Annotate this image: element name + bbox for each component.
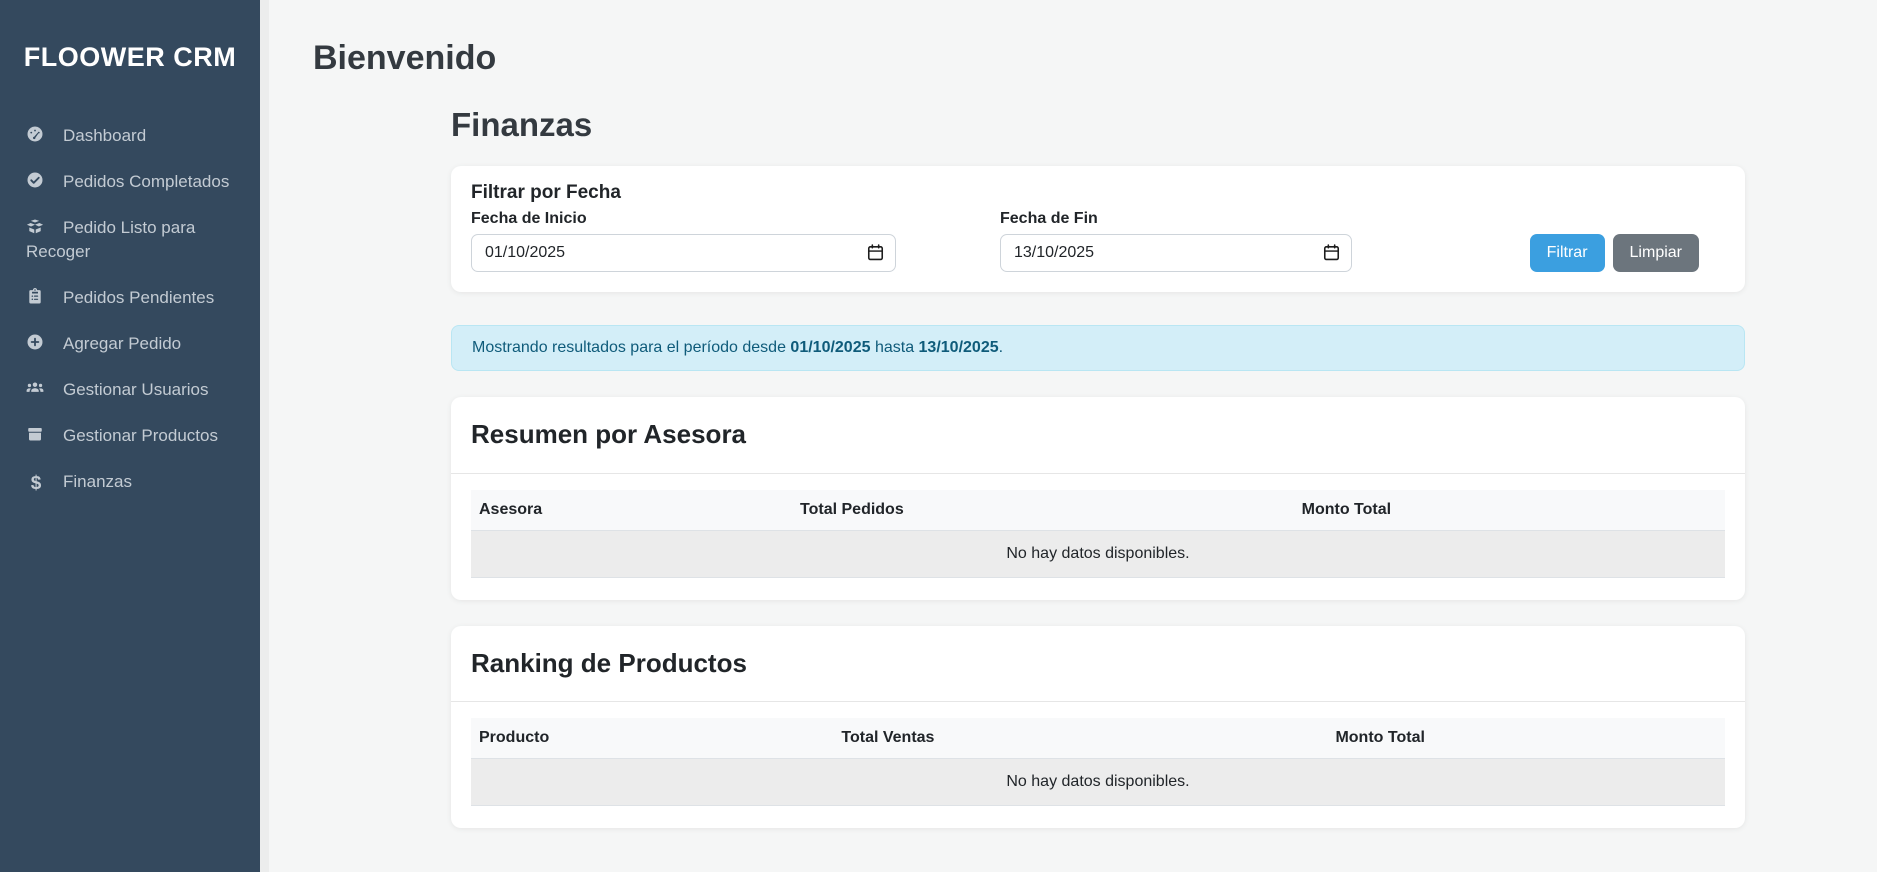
filter-title: Filtrar por Fecha bbox=[471, 182, 1725, 204]
alert-text: Mostrando resultados para el período des… bbox=[472, 339, 790, 356]
sidebar-item-agregar-pedido[interactable]: Agregar Pedido bbox=[0, 321, 260, 367]
box-icon bbox=[26, 425, 46, 443]
sidebar-item-gestionar-usuarios[interactable]: Gestionar Usuarios bbox=[0, 367, 260, 413]
sidebar-item-label: Finanzas bbox=[63, 472, 132, 491]
sidebar-nav: Dashboard Pedidos Completados Pedido Lis… bbox=[0, 113, 260, 505]
sidebar-item-pedidos-pendientes[interactable]: Pedidos Pendientes bbox=[0, 275, 260, 321]
advisor-summary-table: Asesora Total Pedidos Monto Total No hay… bbox=[471, 490, 1725, 578]
sidebar-item-pedidos-completados[interactable]: Pedidos Completados bbox=[0, 159, 260, 205]
column-header-asesora: Asesora bbox=[471, 490, 792, 531]
clear-button[interactable]: Limpiar bbox=[1613, 234, 1699, 272]
sidebar: FLOOWER CRM Dashboard Pedidos Completado… bbox=[0, 0, 260, 872]
sidebar-item-finanzas[interactable]: $ Finanzas bbox=[0, 459, 260, 505]
sidebar-item-label: Pedidos Completados bbox=[63, 172, 229, 191]
dollar-icon: $ bbox=[26, 472, 46, 490]
advisor-summary-title: Resumen por Asesora bbox=[451, 419, 1745, 450]
empty-state-message: No hay datos disponibles. bbox=[471, 530, 1725, 577]
sidebar-item-gestionar-productos[interactable]: Gestionar Productos bbox=[0, 413, 260, 459]
sidebar-item-label: Pedidos Pendientes bbox=[63, 288, 214, 307]
sidebar-item-label: Agregar Pedido bbox=[63, 334, 181, 353]
sidebar-item-pedido-listo[interactable]: Pedido Listo para Recoger bbox=[0, 205, 260, 275]
product-ranking-card: Ranking de Productos Producto Total Vent… bbox=[451, 626, 1745, 828]
date-filter-card: Filtrar por Fecha Fecha de Inicio Fecha … bbox=[451, 166, 1745, 292]
alert-suffix: . bbox=[999, 339, 1003, 356]
page-title: Bienvenido bbox=[313, 38, 1877, 79]
filter-button[interactable]: Filtrar bbox=[1530, 234, 1605, 272]
sidebar-item-label: Dashboard bbox=[63, 126, 146, 145]
table-header-row: Asesora Total Pedidos Monto Total bbox=[471, 490, 1725, 531]
start-date-input[interactable] bbox=[471, 234, 896, 272]
check-circle-icon bbox=[26, 171, 46, 189]
column-header-total-pedidos: Total Pedidos bbox=[792, 490, 1294, 531]
product-ranking-title: Ranking de Productos bbox=[451, 648, 1745, 679]
section-title-finanzas: Finanzas bbox=[451, 105, 1745, 145]
users-icon bbox=[26, 379, 46, 397]
dashboard-icon bbox=[26, 125, 46, 143]
app-brand: FLOOWER CRM bbox=[0, 0, 260, 83]
sidebar-item-dashboard[interactable]: Dashboard bbox=[0, 113, 260, 159]
sidebar-edge-divider bbox=[260, 0, 269, 872]
alert-start-date: 01/10/2025 bbox=[790, 339, 870, 356]
table-header-row: Producto Total Ventas Monto Total bbox=[471, 718, 1725, 759]
sidebar-item-label: Gestionar Productos bbox=[63, 426, 218, 445]
table-row: No hay datos disponibles. bbox=[471, 530, 1725, 577]
end-date-label: Fecha de Fin bbox=[1000, 210, 1352, 228]
period-info-alert: Mostrando resultados para el período des… bbox=[451, 325, 1745, 371]
column-header-producto: Producto bbox=[471, 718, 833, 759]
empty-state-message: No hay datos disponibles. bbox=[471, 758, 1725, 805]
plus-circle-icon bbox=[26, 333, 46, 351]
box-open-icon bbox=[26, 217, 46, 235]
alert-connector: hasta bbox=[871, 339, 919, 356]
end-date-input[interactable] bbox=[1000, 234, 1352, 272]
sidebar-item-label: Gestionar Usuarios bbox=[63, 380, 209, 399]
advisor-summary-card: Resumen por Asesora Asesora Total Pedido… bbox=[451, 397, 1745, 599]
column-header-total-ventas: Total Ventas bbox=[833, 718, 1327, 759]
calendar-icon[interactable] bbox=[1322, 243, 1341, 262]
sidebar-item-label: Pedido Listo para Recoger bbox=[26, 218, 195, 261]
main-content: Bienvenido Finanzas Filtrar por Fecha Fe… bbox=[269, 0, 1877, 872]
clipboard-list-icon bbox=[26, 287, 46, 305]
calendar-icon[interactable] bbox=[866, 243, 885, 262]
product-ranking-table: Producto Total Ventas Monto Total No hay… bbox=[471, 718, 1725, 806]
alert-end-date: 13/10/2025 bbox=[919, 339, 999, 356]
column-header-monto-total: Monto Total bbox=[1294, 490, 1725, 531]
column-header-monto-total: Monto Total bbox=[1327, 718, 1725, 759]
start-date-label: Fecha de Inicio bbox=[471, 210, 896, 228]
table-row: No hay datos disponibles. bbox=[471, 758, 1725, 805]
